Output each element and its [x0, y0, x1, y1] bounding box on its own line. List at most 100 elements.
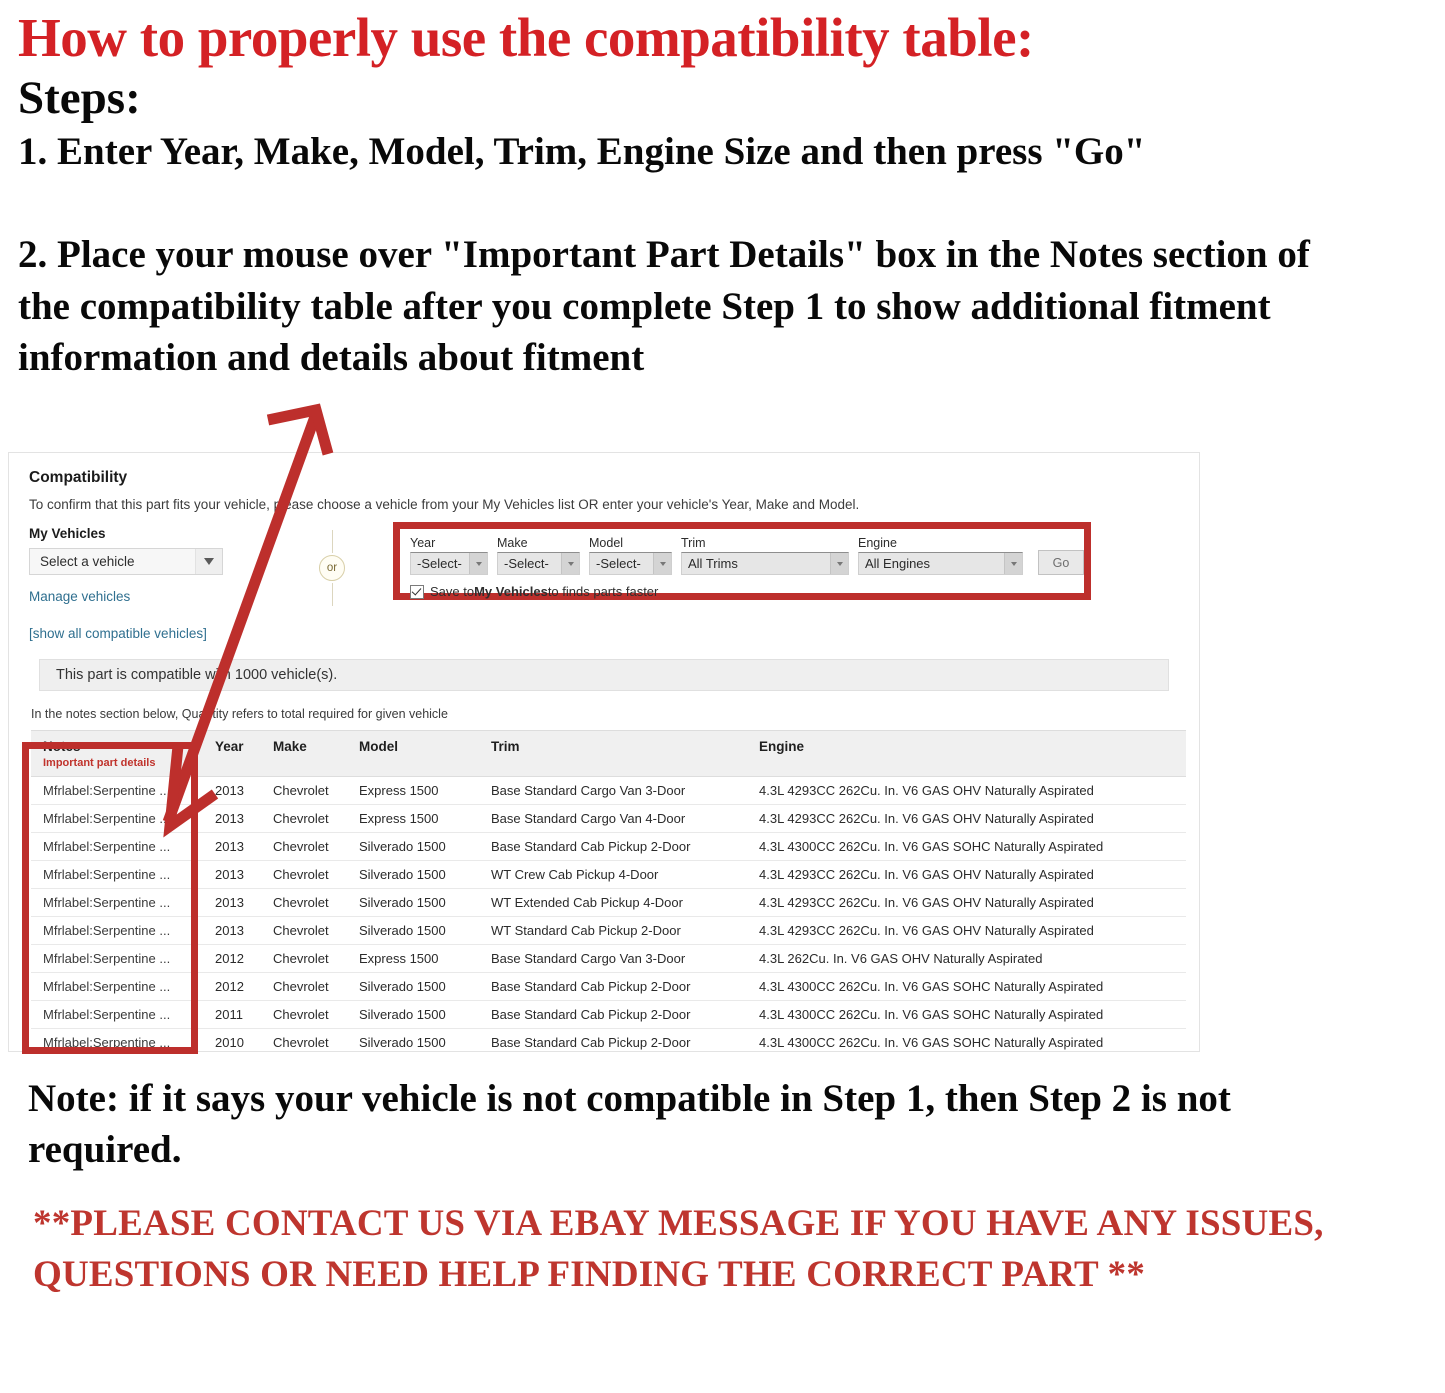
cell-engine: 4.3L 4300CC 262Cu. In. V6 GAS SOHC Natur…: [747, 972, 1186, 1001]
cell-engine: 4.3L 4293CC 262Cu. In. V6 GAS OHV Natura…: [747, 916, 1186, 945]
year-field: Year -Select-: [410, 536, 488, 575]
go-button[interactable]: Go: [1038, 550, 1084, 575]
save-prefix-text: Save to: [430, 584, 475, 599]
make-select[interactable]: -Select-: [497, 552, 580, 575]
save-to-my-vehicles-checkbox[interactable]: [410, 584, 424, 599]
table-row: Mfrlabel:Serpentine ... 2011 Chevrolet Silv…: [31, 1000, 1186, 1029]
cell-model: Express 1500: [347, 944, 479, 973]
my-vehicles-select[interactable]: Select a vehicle: [29, 548, 223, 575]
cell-trim: WT Crew Cab Pickup 4-Door: [479, 860, 747, 889]
trim-select[interactable]: All Trims: [681, 552, 849, 575]
cell-year: 2011: [203, 1000, 261, 1029]
cell-year: 2013: [203, 860, 261, 889]
cell-engine: 4.3L 4300CC 262Cu. In. V6 GAS SOHC Natur…: [747, 1028, 1186, 1051]
column-header-make: Make: [261, 730, 347, 777]
cell-make: Chevrolet: [261, 944, 347, 973]
year-label: Year: [410, 536, 436, 550]
compatibility-subtitle: To confirm that this part fits your vehi…: [29, 497, 860, 512]
chevron-down-icon: [195, 549, 222, 574]
cell-model: Silverado 1500: [347, 888, 479, 917]
cell-make: Chevrolet: [261, 804, 347, 833]
table-row: Mfrlabel:Serpentine ... 2013 Chevrolet Silv…: [31, 916, 1186, 945]
save-to-my-vehicles-row[interactable]: Save to My Vehicles to finds parts faste…: [410, 584, 1084, 599]
cell-year: 2013: [203, 832, 261, 861]
ymm-form-highlight-box: Year -Select- Make -Select- Model -Selec…: [393, 522, 1091, 600]
compatibility-panel: Compatibility To confirm that this part …: [8, 452, 1200, 1052]
instructions-block: How to properly use the compatibility ta…: [18, 7, 1418, 384]
cell-engine: 4.3L 4300CC 262Cu. In. V6 GAS SOHC Natur…: [747, 832, 1186, 861]
show-all-compatible-vehicles-link[interactable]: [show all compatible vehicles]: [29, 626, 269, 641]
cell-make: Chevrolet: [261, 860, 347, 889]
ymm-fields-row: Year -Select- Make -Select- Model -Selec…: [410, 536, 1084, 575]
cell-year: 2010: [203, 1028, 261, 1051]
make-label: Make: [497, 536, 528, 550]
cell-make: Chevrolet: [261, 888, 347, 917]
cell-notes[interactable]: Mfrlabel:Serpentine ...: [31, 972, 203, 1001]
manage-vehicles-link[interactable]: Manage vehicles: [29, 589, 269, 604]
cell-trim: Base Standard Cargo Van 3-Door: [479, 944, 747, 973]
make-select-value: -Select-: [504, 556, 549, 571]
cell-notes[interactable]: Mfrlabel:Serpentine ...: [31, 1000, 203, 1029]
cell-trim: Base Standard Cargo Van 4-Door: [479, 804, 747, 833]
my-vehicles-selected-value: Select a vehicle: [40, 554, 135, 569]
quantity-note: In the notes section below, Quantity ref…: [31, 707, 448, 721]
column-header-notes: Notes Important part details: [31, 730, 203, 777]
make-field: Make -Select-: [497, 536, 580, 575]
cell-trim: Base Standard Cab Pickup 2-Door: [479, 832, 747, 861]
cell-trim: WT Extended Cab Pickup 4-Door: [479, 888, 747, 917]
page-title: How to properly use the compatibility ta…: [18, 7, 1034, 68]
cell-notes[interactable]: Mfrlabel:Serpentine ...: [31, 944, 203, 973]
or-divider-line-top: [331, 530, 333, 553]
cell-trim: Base Standard Cab Pickup 2-Door: [479, 972, 747, 1001]
chevron-down-icon: [653, 553, 671, 574]
cell-notes[interactable]: Mfrlabel:Serpentine ...: [31, 1028, 203, 1051]
cell-year: 2012: [203, 972, 261, 1001]
trim-field: Trim All Trims: [681, 536, 849, 575]
engine-label: Engine: [858, 536, 897, 550]
cell-make: Chevrolet: [261, 1000, 347, 1029]
cell-make: Chevrolet: [261, 972, 347, 1001]
year-select-value: -Select-: [417, 556, 462, 571]
cell-model: Silverado 1500: [347, 1028, 479, 1051]
table-row: Mfrlabel:Serpentine ... 2012 Chevrolet Expr…: [31, 944, 1186, 973]
cell-notes[interactable]: Mfrlabel:Serpentine ...: [31, 804, 203, 833]
save-strong-text: My Vehicles: [474, 584, 548, 599]
cell-engine: 4.3L 262Cu. In. V6 GAS OHV Naturally Asp…: [747, 944, 1186, 973]
cell-engine: 4.3L 4293CC 262Cu. In. V6 GAS OHV Natura…: [747, 888, 1186, 917]
compatibility-heading: Compatibility: [29, 469, 128, 486]
cell-notes[interactable]: Mfrlabel:Serpentine ...: [31, 916, 203, 945]
vehicle-chooser: My Vehicles Select a vehicle Manage vehi…: [29, 522, 1179, 641]
my-vehicles-label: My Vehicles: [29, 526, 106, 541]
cell-notes[interactable]: Mfrlabel:Serpentine ...: [31, 860, 203, 889]
cell-year: 2013: [203, 804, 261, 833]
or-divider-line-bottom: [331, 583, 333, 606]
cell-engine: 4.3L 4293CC 262Cu. In. V6 GAS OHV Natura…: [747, 804, 1186, 833]
cell-make: Chevrolet: [261, 916, 347, 945]
year-select[interactable]: -Select-: [410, 552, 488, 575]
cell-model: Silverado 1500: [347, 916, 479, 945]
cell-notes[interactable]: Mfrlabel:Serpentine ...: [31, 776, 203, 805]
trim-select-value: All Trims: [688, 556, 738, 571]
model-label: Model: [589, 536, 624, 550]
engine-select-value: All Engines: [865, 556, 931, 571]
engine-field: Engine All Engines: [858, 536, 1023, 575]
step-two-text: 2. Place your mouse over "Important Part…: [18, 233, 1310, 380]
cell-notes[interactable]: Mfrlabel:Serpentine ...: [31, 832, 203, 861]
cell-model: Express 1500: [347, 776, 479, 805]
column-header-engine: Engine: [747, 730, 1186, 777]
cell-trim: WT Standard Cab Pickup 2-Door: [479, 916, 747, 945]
chevron-down-icon: [1004, 553, 1022, 574]
cell-engine: 4.3L 4293CC 262Cu. In. V6 GAS OHV Natura…: [747, 776, 1186, 805]
model-select-value: -Select-: [596, 556, 641, 571]
my-vehicles-section: My Vehicles Select a vehicle Manage vehi…: [29, 526, 269, 641]
column-header-model: Model: [347, 730, 479, 777]
table-row: Mfrlabel:Serpentine ... 2010 Chevrolet Silv…: [31, 1028, 1186, 1051]
step-one-text: 1. Enter Year, Make, Model, Trim, Engine…: [18, 130, 1146, 174]
or-divider: or: [315, 530, 349, 606]
compatibility-table: Notes Important part details Year Make M…: [31, 730, 1186, 1051]
cell-model: Silverado 1500: [347, 1000, 479, 1029]
table-row: Mfrlabel:Serpentine ... 2013 Chevrolet Silv…: [31, 888, 1186, 917]
model-select[interactable]: -Select-: [589, 552, 672, 575]
engine-select[interactable]: All Engines: [858, 552, 1023, 575]
cell-notes[interactable]: Mfrlabel:Serpentine ...: [31, 888, 203, 917]
